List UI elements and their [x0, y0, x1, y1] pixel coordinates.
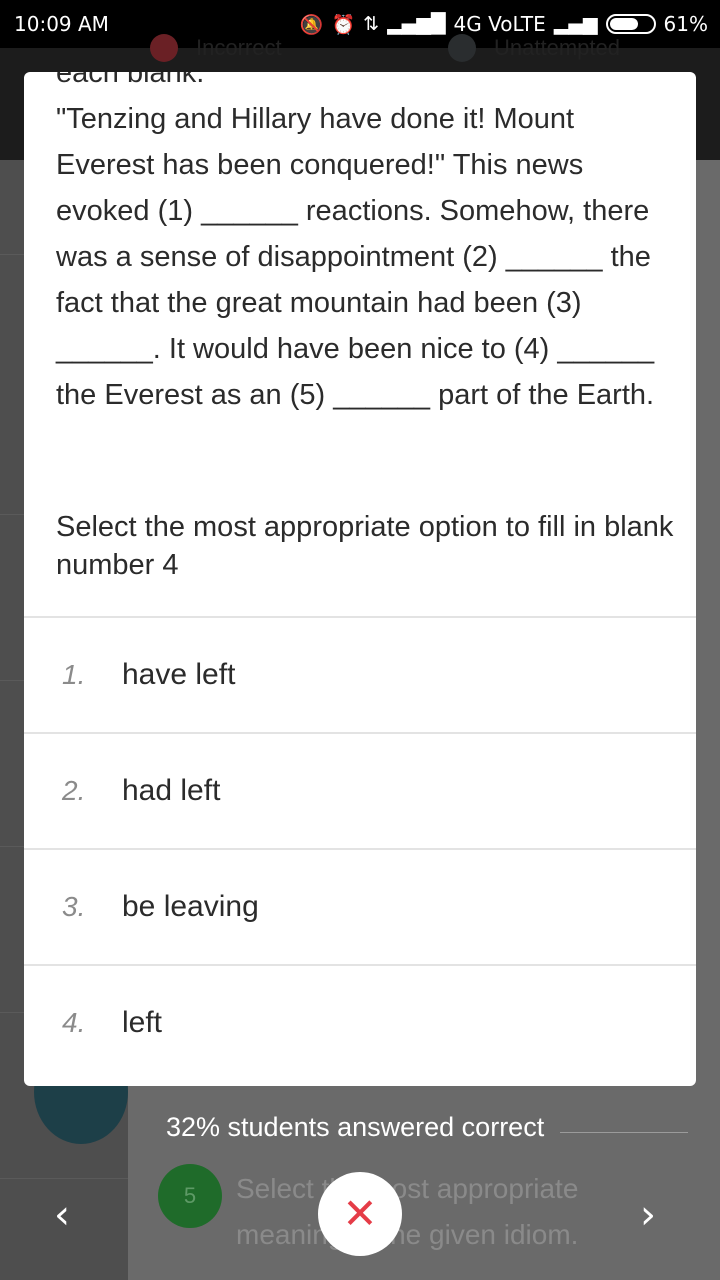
option-label: be leaving: [122, 890, 259, 923]
option-number: 1.: [62, 659, 86, 690]
battery-level: 61%: [663, 12, 708, 36]
option-label: left: [122, 1006, 163, 1039]
option-number: 2.: [62, 775, 86, 806]
option-label: have left: [122, 658, 236, 691]
question-passage: each blank. "Tenzing and Hillary have do…: [56, 72, 674, 418]
close-button[interactable]: ✕: [318, 1172, 402, 1256]
question-dialog: each blank. "Tenzing and Hillary have do…: [24, 72, 696, 1086]
divider: [560, 1132, 688, 1133]
option-1[interactable]: 1. have left: [24, 616, 696, 732]
legend-unattempted: Unattempted: [448, 34, 620, 62]
option-number: 4.: [62, 1007, 86, 1038]
network-type: 4G VoLTE: [453, 12, 546, 36]
battery-icon: [605, 14, 656, 34]
data-transfer-icon: ⇅: [363, 13, 380, 35]
passage-text: "Tenzing and Hillary have done it! Mount…: [56, 103, 655, 411]
next-arrow-icon[interactable]: ›: [640, 1192, 656, 1238]
legend-unattempted-label: Unattempted: [494, 35, 620, 60]
alarm-icon: ⏰: [331, 13, 356, 36]
next-question-number-badge[interactable]: 5: [158, 1164, 222, 1228]
legend-incorrect: Incorrect: [150, 34, 282, 62]
legend-incorrect-label: Incorrect: [196, 35, 282, 60]
incorrect-dot-icon: [150, 34, 178, 62]
status-icons: 🔕 ⏰ ⇅ ▂▄▆█ 4G VoLTE ▂▄▆ 61%: [300, 12, 708, 36]
close-icon: ✕: [342, 1189, 378, 1238]
answered-correct-text: 32% students answered correct: [166, 1112, 545, 1142]
mute-icon: 🔕: [299, 13, 324, 36]
option-3[interactable]: 3. be leaving: [24, 848, 696, 964]
previous-arrow-icon[interactable]: ‹: [54, 1192, 70, 1238]
option-2[interactable]: 2. had left: [24, 732, 696, 848]
option-4[interactable]: 4. left: [24, 964, 696, 1080]
passage-instruction-tail: each blank.: [56, 72, 205, 89]
signal-icon-2: ▂▄▆: [553, 13, 598, 35]
option-number: 3.: [62, 891, 86, 922]
unattempted-dot-icon: [448, 34, 476, 62]
status-time: 10:09 AM: [14, 12, 109, 36]
next-question-text[interactable]: Select the most appropriate meaning of t…: [236, 1166, 676, 1258]
signal-icon: ▂▄▆█: [387, 13, 446, 35]
option-label: had left: [122, 774, 221, 807]
answer-options: 1. have left 2. had left 3. be leaving 4…: [24, 616, 696, 1080]
question-prompt: Select the most appropriate option to fi…: [56, 511, 674, 581]
